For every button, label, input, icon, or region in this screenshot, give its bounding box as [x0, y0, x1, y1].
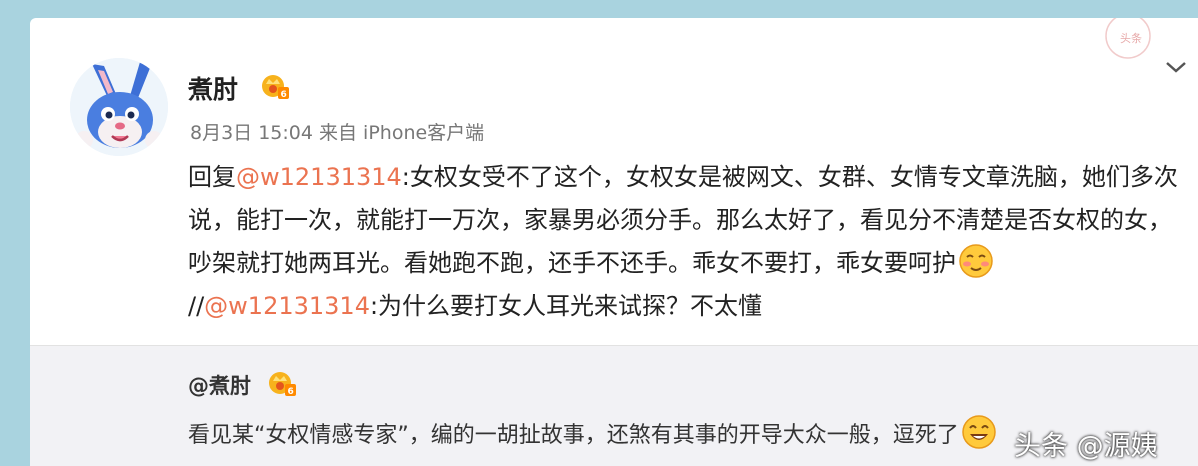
svg-text:头条: 头条 [1120, 31, 1142, 45]
quoted-username[interactable]: @煮肘 [188, 370, 251, 400]
reply-text: :为什么要打女人耳光来试探？不太懂 [369, 292, 763, 320]
svg-text:6: 6 [288, 387, 294, 397]
mention-link[interactable]: @w12131314 [204, 292, 370, 320]
reply-prefix: 回复 [188, 163, 236, 191]
toutiao-stamp-icon: 头条 [1088, 18, 1152, 72]
vip-badge-icon[interactable]: 6 [267, 370, 297, 398]
svg-text:6: 6 [281, 90, 287, 100]
vip-badge-icon[interactable]: 6 [260, 73, 290, 101]
quoted-post[interactable]: @煮肘 6 看见某“女权情感专家”，编的一胡扯故事，还煞有其事的开导大众一般，逗… [30, 345, 1198, 466]
blush-emoji-icon [958, 243, 994, 279]
laugh-emoji-icon [961, 414, 997, 450]
quoted-text-body: 看见某“女权情感专家”，编的一胡扯故事，还煞有其事的开导大众一般，逗死了 [188, 423, 959, 448]
post-timestamp[interactable]: 8月3日 15:04 来自 iPhone客户端 [190, 118, 484, 145]
quoted-text: 看见某“女权情感专家”，编的一胡扯故事，还煞有其事的开导大众一般，逗死了 [188, 414, 999, 450]
chevron-down-icon[interactable] [1164, 58, 1188, 76]
mention-link[interactable]: @w12131314 [236, 163, 402, 191]
post-content: 回复@w12131314:女权女受不了这个，女权女是被网文、女群、女情专文章洗脑… [188, 156, 1178, 328]
avatar[interactable] [70, 58, 168, 156]
repost-separator: // [188, 292, 205, 320]
watermark: 头条 @源姨 [1014, 431, 1158, 462]
weibo-post-card: 头条 煮肘 6 8月3日 15:04 来自 iPhone客户端 回复@w1213… [30, 18, 1198, 466]
post-username[interactable]: 煮肘 [188, 70, 238, 106]
